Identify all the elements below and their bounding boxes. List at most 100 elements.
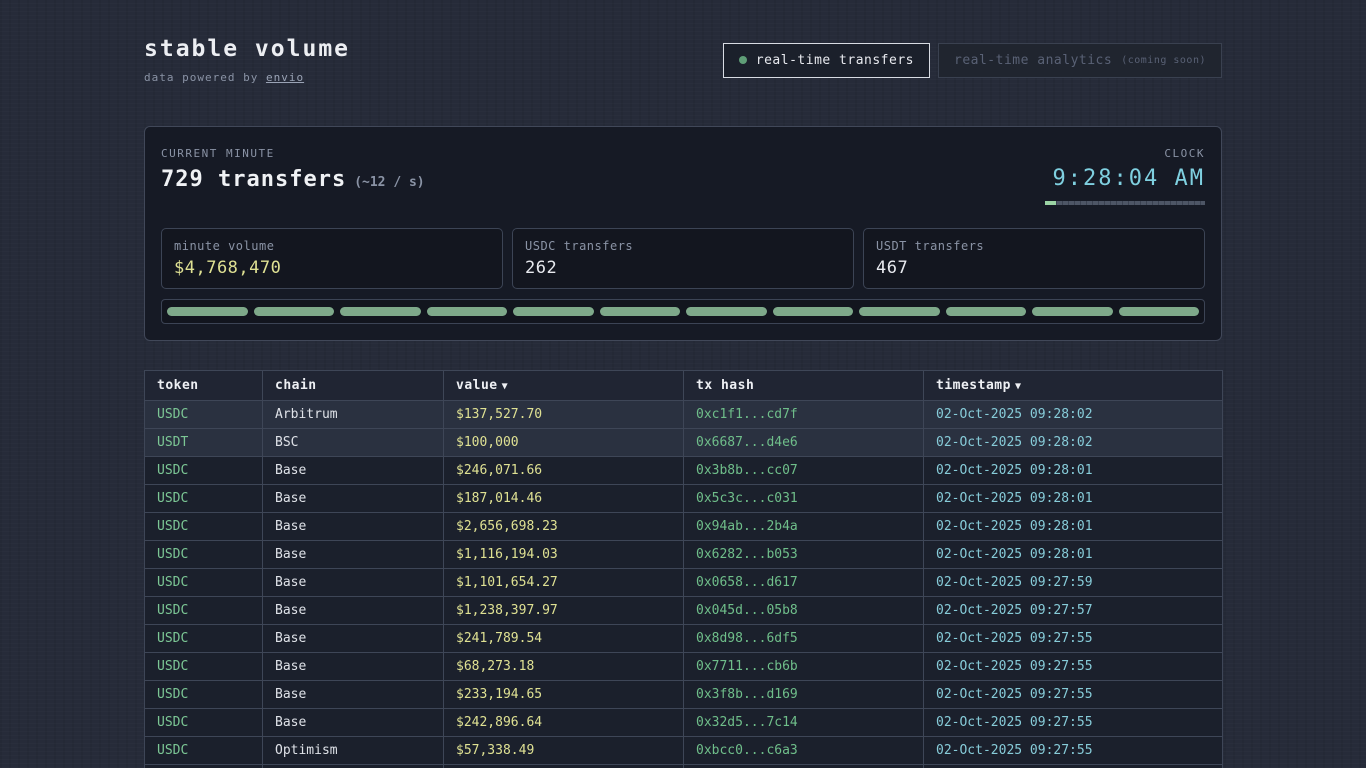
stat-value: 467 [876,258,1192,278]
cell-tx_hash[interactable]: 0x94ab...2b4a [684,513,924,541]
cell-tx_hash[interactable]: 0x3f8b...d169 [684,681,924,709]
cell-tx_hash[interactable]: 0xbcc0...c6a3 [684,737,924,765]
cell-value: $187,014.46 [444,485,684,513]
cell-value: $68,273.18 [444,653,684,681]
cell-timestamp: 02-Oct-2025 09:28:01 [924,541,1223,569]
table-row: USDCBase$187,014.460x5c3c...c03102-Oct-2… [145,485,1223,513]
cell-chain: Base [263,569,444,597]
activity-segment-bar [161,299,1205,324]
cell-token: USDC [145,541,263,569]
cell-chain: Base [263,485,444,513]
column-header-value[interactable]: value▼ [444,371,684,401]
cell-chain: BSC [263,429,444,457]
cell-chain: Base [263,681,444,709]
cell-tx_hash[interactable]: 0x6687...d4e6 [684,429,924,457]
cell-tx_hash[interactable]: 0x0658...d617 [684,569,924,597]
cell-tx_hash[interactable]: 0xbf75...3661 [684,765,924,768]
activity-segment [427,307,508,316]
sort-desc-icon: ▼ [502,381,509,392]
tab-real-time-analytics[interactable]: real-time analytics (coming soon) [938,43,1222,78]
column-header-token: token [145,371,263,401]
clock-progress-bar [1045,201,1205,205]
current-minute-label: CURRENT MINUTE [161,147,425,160]
transfer-count: 729 transfers [161,167,346,192]
panel-top: CURRENT MINUTE 729 transfers (~12 / s) C… [161,147,1205,205]
cell-token: USDC [145,401,263,429]
stat-box-minute-volume: minute volume $4,768,470 [161,228,503,289]
table-row: USDTBSC$100,0000x6687...d4e602-Oct-2025 … [145,429,1223,457]
cell-timestamp: 02-Oct-2025 09:28:01 [924,485,1223,513]
cell-token: USDC [145,513,263,541]
table-row: USDCArbitrum$137,527.700xc1f1...cd7f02-O… [145,401,1223,429]
table-row: USDCBase$242,896.640x32d5...7c1402-Oct-2… [145,709,1223,737]
subtitle: data powered by envio [144,71,350,84]
cell-token: USDC [145,737,263,765]
stat-box-usdc-transfers: USDC transfers 262 [512,228,854,289]
activity-segment [1119,307,1200,316]
cell-tx_hash[interactable]: 0x6282...b053 [684,541,924,569]
activity-segment [513,307,594,316]
activity-segment [600,307,681,316]
cell-chain: Base [263,625,444,653]
subtitle-text: data powered by [144,71,266,84]
cell-token: USDC [145,597,263,625]
clock-label: CLOCK [1045,147,1205,160]
cell-value: $2,656,698.23 [444,513,684,541]
table-row: USDCBase$1,101,654.270x0658...d61702-Oct… [145,569,1223,597]
cell-tx_hash[interactable]: 0x5c3c...c031 [684,485,924,513]
activity-segment [946,307,1027,316]
column-header-timestamp[interactable]: timestamp▼ [924,371,1223,401]
transfer-rate: (~12 / s) [354,175,424,190]
cell-chain: Arbitrum [263,401,444,429]
table-row: USDCBase$68,273.180x7711...cb6b02-Oct-20… [145,653,1223,681]
cell-value: $1,238,397.97 [444,597,684,625]
cell-token: USDC [145,485,263,513]
cell-timestamp: 02-Oct-2025 09:27:55 [924,681,1223,709]
stat-value: 262 [525,258,841,278]
cell-token: USDC [145,569,263,597]
transfers-summary: CURRENT MINUTE 729 transfers (~12 / s) [161,147,425,192]
tab-real-time-transfers[interactable]: real-time transfers [723,43,930,78]
cell-chain: Base [263,457,444,485]
view-tabs: real-time transfers real-time analytics … [723,43,1222,78]
cell-token: USDC [145,681,263,709]
stat-box-usdt-transfers: USDT transfers 467 [863,228,1205,289]
cell-tx_hash[interactable]: 0xc1f1...cd7f [684,401,924,429]
branding: stable volume data powered by envio [144,36,350,84]
cell-token: USDC [145,457,263,485]
clock-progress-fill [1045,201,1056,205]
cell-timestamp: 02-Oct-2025 09:27:55 [924,709,1223,737]
current-minute-panel: CURRENT MINUTE 729 transfers (~12 / s) C… [144,126,1222,341]
transfers-table-wrap: tokenchainvalue▼tx hashtimestamp▼ USDCAr… [144,370,1222,768]
cell-token: USDC [145,625,263,653]
activity-segment [340,307,421,316]
cell-tx_hash[interactable]: 0x7711...cb6b [684,653,924,681]
cell-value: $233,194.65 [444,681,684,709]
stat-boxes: minute volume $4,768,470 USDC transfers … [161,228,1205,289]
coming-soon-label: (coming soon) [1121,55,1206,66]
page-title: stable volume [144,36,350,62]
cell-tx_hash[interactable]: 0x3b8b...cc07 [684,457,924,485]
envio-link[interactable]: envio [266,71,304,84]
stat-label: USDT transfers [876,239,1192,253]
cell-tx_hash[interactable]: 0x045d...05b8 [684,597,924,625]
cell-timestamp: 02-Oct-2025 09:27:53 [924,765,1223,768]
activity-segment [167,307,248,316]
sort-desc-icon: ▼ [1015,381,1022,392]
cell-tx_hash[interactable]: 0x32d5...7c14 [684,709,924,737]
table-row: USDCBase$233,194.650x3f8b...d16902-Oct-2… [145,681,1223,709]
cell-timestamp: 02-Oct-2025 09:27:55 [924,653,1223,681]
stat-label: USDC transfers [525,239,841,253]
activity-segment [686,307,767,316]
column-header-chain: chain [263,371,444,401]
cell-tx_hash[interactable]: 0x8d98...6df5 [684,625,924,653]
activity-segment [859,307,940,316]
cell-chain: Base [263,541,444,569]
table-row: USDCBase$233,194.650xbf75...366102-Oct-2… [145,765,1223,768]
cell-value: $137,527.70 [444,401,684,429]
table-row: USDCBase$241,789.540x8d98...6df502-Oct-2… [145,625,1223,653]
clock-time: 9:28:04 AM [1045,166,1205,191]
cell-timestamp: 02-Oct-2025 09:27:57 [924,597,1223,625]
cell-chain: Base [263,765,444,768]
table-row: USDCBase$1,238,397.970x045d...05b802-Oct… [145,597,1223,625]
